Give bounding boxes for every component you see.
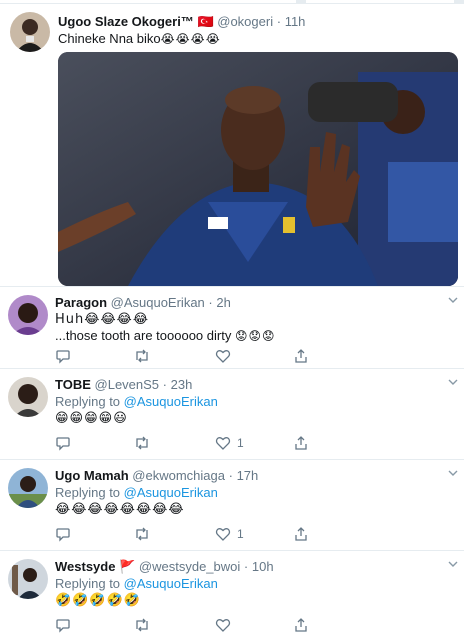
separator: · (208, 295, 213, 310)
heart-icon (215, 528, 231, 541)
display-name[interactable]: Westsyde (55, 559, 115, 574)
separator: · (243, 559, 249, 574)
avatar[interactable] (8, 295, 48, 335)
reply-button[interactable] (55, 347, 71, 365)
tweet-emojis: 😭😭😭😭 (160, 32, 221, 46)
avatar[interactable] (8, 377, 48, 417)
reply-button[interactable] (55, 525, 71, 543)
like-count: 1 (237, 527, 244, 541)
flag-emoji: 🇹🇷 (197, 14, 214, 29)
reply-icon (56, 437, 70, 451)
tweet-text: 😁😁😁😁😃 (55, 411, 128, 426)
share-icon (295, 436, 307, 450)
reply-button[interactable] (55, 616, 71, 634)
timestamp[interactable]: 2h (216, 295, 230, 310)
share-button[interactable] (293, 616, 309, 634)
replying-to: Replying to @AsuquoErikan (55, 394, 218, 409)
chevron-down-icon[interactable] (448, 295, 458, 305)
replying-to-link[interactable]: @AsuquoErikan (124, 576, 218, 591)
tweet-text-line: Huh😂😂😂😂 (55, 312, 150, 327)
tweet-header: Westsyde 🚩 @westsyde_bwoi · 10h (55, 559, 274, 575)
handle[interactable]: @westsyde_bwoi (139, 559, 240, 574)
tweet-text: Chineke Nna biko😭😭😭😭 (58, 31, 221, 46)
retweet-icon (136, 618, 148, 632)
share-button[interactable] (293, 525, 309, 543)
heart-icon (215, 350, 231, 363)
reply-tweet[interactable]: Westsyde 🚩 @westsyde_bwoi · 10h Replying… (0, 550, 464, 639)
like-count: 1 (237, 436, 244, 450)
handle[interactable]: @okogeri (217, 14, 273, 29)
chevron-down-icon[interactable] (448, 377, 458, 387)
avatar[interactable] (8, 559, 48, 599)
original-tweet[interactable]: Ugoo Slaze Okogeri™ 🇹🇷 @okogeri · 11h Ch… (0, 4, 464, 286)
share-button[interactable] (293, 347, 309, 365)
tweet-photo[interactable] (58, 52, 458, 286)
retweet-button[interactable] (133, 434, 151, 452)
tweet-actions: 1 (55, 525, 315, 543)
tweet-text: 😂😂😂😂😂😂😂😂 (55, 502, 185, 517)
like-button[interactable]: 1 (215, 434, 244, 452)
tweet-text-body: Chineke Nna biko (58, 31, 161, 46)
tweet-text: 🤣🤣🤣🤣🤣 (55, 593, 141, 608)
tweet-actions (55, 347, 315, 365)
reply-button[interactable] (55, 434, 71, 452)
replying-to-link[interactable]: @AsuquoErikan (124, 394, 218, 409)
handle[interactable]: @LevenS5 (95, 377, 160, 392)
tweet-actions: 1 (55, 434, 315, 452)
reply-tweet[interactable]: Ugo Mamah @ekwomchiaga · 17h Replying to… (0, 459, 464, 550)
tweet-emojis: 😟😟😟 (234, 329, 276, 343)
replying-to-label: Replying to (55, 485, 121, 500)
reply-tweet[interactable]: TOBE @LevenS5 · 23h Replying to @AsuquoE… (0, 368, 464, 459)
timestamp[interactable]: 10h (252, 559, 274, 574)
share-button[interactable] (293, 434, 309, 452)
heart-icon (215, 437, 231, 450)
separator: · (276, 14, 282, 29)
display-name[interactable]: Paragon (55, 295, 107, 310)
like-button[interactable]: 1 (215, 525, 244, 543)
heart-icon (215, 619, 231, 632)
flag-emoji: 🚩 (119, 559, 136, 574)
retweet-button[interactable] (133, 616, 151, 634)
timestamp[interactable]: 23h (171, 377, 193, 392)
replying-to-link[interactable]: @AsuquoErikan (124, 485, 218, 500)
replying-to: Replying to @AsuquoErikan (55, 485, 218, 500)
tweet-text-body: ...those tooth are toooooo dirty (55, 328, 232, 343)
share-icon (295, 527, 307, 541)
tweet-actions (55, 616, 315, 634)
share-icon (295, 349, 307, 363)
display-name[interactable]: Ugoo Slaze Okogeri™ (58, 14, 194, 29)
chevron-down-icon[interactable] (448, 468, 458, 478)
share-icon (295, 618, 307, 632)
display-name[interactable]: TOBE (55, 377, 91, 392)
handle[interactable]: @ekwomchiaga (132, 468, 225, 483)
replying-to-label: Replying to (55, 394, 121, 409)
tweet-header: Ugoo Slaze Okogeri™ 🇹🇷 @okogeri · 11h (58, 14, 305, 30)
replying-to: Replying to @AsuquoErikan (55, 576, 218, 591)
like-button[interactable] (215, 616, 237, 634)
display-name[interactable]: Ugo Mamah (55, 468, 129, 483)
avatar[interactable] (10, 12, 50, 52)
separator: · (228, 468, 233, 483)
reply-icon (56, 619, 70, 633)
reply-tweet[interactable]: Paragon @AsuquoErikan · 2h Huh😂😂😂😂 ...th… (0, 286, 464, 368)
separator: · (162, 377, 168, 392)
retweet-icon (136, 436, 148, 450)
avatar[interactable] (8, 468, 48, 508)
retweet-button[interactable] (133, 525, 151, 543)
retweet-icon (136, 527, 148, 541)
tweet-header: TOBE @LevenS5 · 23h (55, 377, 192, 392)
chevron-down-icon[interactable] (448, 559, 458, 569)
retweet-button[interactable] (133, 347, 151, 365)
timestamp[interactable]: 17h (237, 468, 259, 483)
timestamp[interactable]: 11h (285, 14, 306, 29)
reply-icon (56, 528, 70, 542)
replying-to-label: Replying to (55, 576, 121, 591)
reply-icon (56, 350, 70, 364)
tweet-header: Ugo Mamah @ekwomchiaga · 17h (55, 468, 258, 483)
tweet-header: Paragon @AsuquoErikan · 2h (55, 295, 231, 310)
tweet-text-line: ...those tooth are toooooo dirty 😟😟😟 (55, 328, 276, 343)
retweet-icon (136, 349, 148, 363)
handle[interactable]: @AsuquoErikan (111, 295, 205, 310)
like-button[interactable] (215, 347, 237, 365)
